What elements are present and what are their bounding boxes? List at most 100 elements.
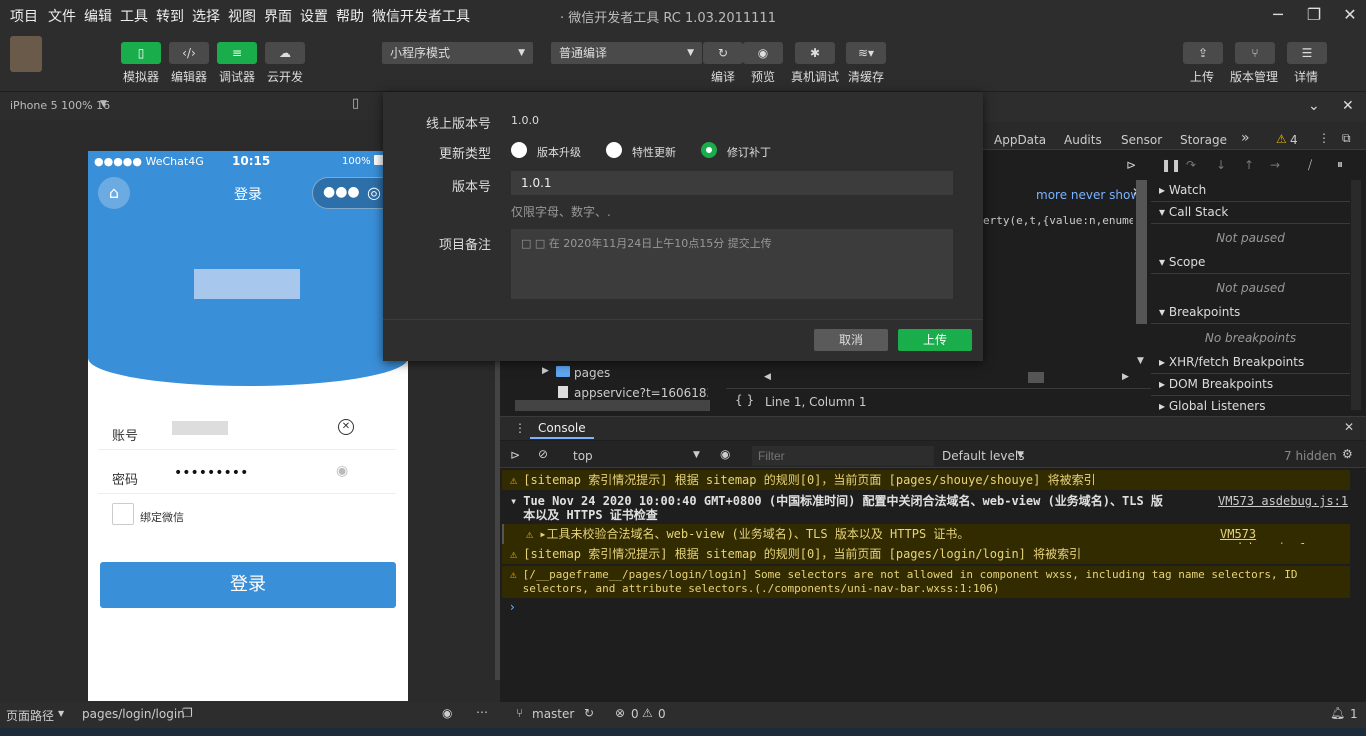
- tree-folder-pages[interactable]: pages: [574, 366, 610, 380]
- tab-storage[interactable]: Storage: [1180, 133, 1227, 147]
- upload-button[interactable]: ⇪: [1183, 42, 1223, 64]
- minimize-icon[interactable]: ─: [1266, 4, 1290, 26]
- step-out-icon[interactable]: ↑: [1244, 158, 1254, 172]
- radio-feature-update[interactable]: [606, 142, 622, 158]
- menu-help[interactable]: 帮助: [336, 6, 364, 26]
- avatar[interactable]: [10, 36, 42, 72]
- cancel-button[interactable]: 取消: [814, 329, 888, 351]
- copy-icon[interactable]: ❐: [182, 706, 193, 720]
- toggle-panel-icon[interactable]: ⊳: [1126, 158, 1136, 172]
- xhr-breakpoints-section[interactable]: ▸ XHR/fetch Breakpoints: [1151, 352, 1350, 374]
- more-tabs-icon[interactable]: »: [1241, 130, 1250, 146]
- phone-icon[interactable]: ▯: [352, 96, 359, 111]
- more-never-show-link[interactable]: more never show: [1036, 188, 1140, 202]
- levels-select[interactable]: Default levels: [942, 449, 1024, 463]
- mode-select[interactable]: 小程序模式 ▼: [382, 42, 533, 64]
- close-icon[interactable]: ✕: [1338, 4, 1362, 26]
- gear-icon[interactable]: ⚙: [1342, 447, 1353, 461]
- radio-patch[interactable]: [701, 142, 717, 158]
- scroll-left-icon[interactable]: ◀: [764, 372, 771, 382]
- console-prompt[interactable]: ›: [510, 600, 515, 614]
- git-branch[interactable]: master: [532, 707, 574, 721]
- simulator-button[interactable]: ▯: [121, 42, 161, 64]
- version-input[interactable]: 1.0.1: [511, 171, 953, 195]
- debugger-button[interactable]: ≡: [217, 42, 257, 64]
- scroll-right-icon[interactable]: ▶: [1122, 372, 1129, 382]
- warning-count[interactable]: 4: [1290, 133, 1298, 147]
- drawer-menu-icon[interactable]: ⋮: [514, 421, 526, 435]
- more-icon[interactable]: ●●●: [323, 184, 360, 200]
- close-circle-icon[interactable]: ◎: [367, 183, 381, 202]
- editor-button[interactable]: ‹/›: [169, 42, 209, 64]
- bind-checkbox[interactable]: [112, 503, 134, 525]
- scope-section[interactable]: ▾ Scope: [1151, 252, 1350, 274]
- close-icon[interactable]: ✕: [1344, 420, 1354, 434]
- menu-file[interactable]: 文件: [48, 6, 76, 26]
- pretty-print-icon[interactable]: { }: [735, 393, 754, 407]
- dock-icon[interactable]: ⧉: [1342, 131, 1351, 146]
- radio-version-upgrade[interactable]: [511, 142, 527, 158]
- menu-wechat-devtools[interactable]: 微信开发者工具: [372, 6, 470, 26]
- global-listeners-section[interactable]: ▸ Global Listeners: [1151, 396, 1350, 418]
- compile-select[interactable]: 普通编译 ▼: [551, 42, 702, 64]
- clear-icon[interactable]: ✕: [338, 419, 354, 435]
- menu-select[interactable]: 选择: [192, 6, 220, 26]
- console-filter-input[interactable]: [752, 446, 934, 466]
- close-icon[interactable]: ✕: [1342, 98, 1354, 114]
- step-icon[interactable]: →: [1270, 158, 1280, 172]
- menu-project[interactable]: 项目: [10, 6, 38, 26]
- warning-count[interactable]: 0: [658, 707, 666, 721]
- breakpoints-section[interactable]: ▾ Breakpoints: [1151, 302, 1350, 324]
- eye-icon[interactable]: ◉: [442, 706, 452, 720]
- compile-button[interactable]: ↻: [703, 42, 743, 64]
- remote-debug-button[interactable]: ✱: [795, 42, 835, 64]
- step-into-icon[interactable]: ↓: [1216, 158, 1226, 172]
- chevron-down-icon[interactable]: ⌄: [1308, 98, 1320, 114]
- clear-console-icon[interactable]: ⊘: [538, 447, 548, 461]
- expand-icon[interactable]: ▶: [542, 366, 549, 376]
- pause-exceptions-icon[interactable]: ⏸: [1337, 157, 1343, 172]
- preview-button[interactable]: ◉: [743, 42, 783, 64]
- maximize-icon[interactable]: ❐: [1302, 4, 1326, 26]
- bell-icon[interactable]: 🔔︎: [1330, 706, 1345, 720]
- error-count[interactable]: 0: [631, 707, 639, 721]
- sync-icon[interactable]: ↻: [584, 706, 594, 720]
- home-icon[interactable]: ⌂: [98, 177, 130, 209]
- scrollbar[interactable]: [1351, 180, 1361, 410]
- menu-goto[interactable]: 转到: [156, 6, 184, 26]
- source-link[interactable]: VM573 asdebug.js:1: [1218, 494, 1348, 508]
- tree-file-appservice[interactable]: appservice?t=160618322:: [574, 386, 708, 400]
- note-textarea[interactable]: □ □ 在 2020年11月24日上午10点15分 提交上传: [511, 229, 953, 299]
- more-icon[interactable]: ⋯: [476, 705, 488, 719]
- console-group[interactable]: ▾ Tue Nov 24 2020 10:00:40 GMT+0800 (中国标准…: [502, 492, 1350, 524]
- deactivate-breakpoints-icon[interactable]: ⧸: [1308, 158, 1312, 173]
- menu-view[interactable]: 视图: [228, 6, 256, 26]
- details-button[interactable]: ☰: [1287, 42, 1327, 64]
- tab-sensor[interactable]: Sensor: [1121, 133, 1162, 147]
- kebab-icon[interactable]: ⋮: [1318, 131, 1330, 145]
- step-over-icon[interactable]: ↷: [1186, 158, 1196, 172]
- upload-confirm-button[interactable]: 上传: [898, 329, 972, 351]
- account-input[interactable]: [172, 421, 228, 435]
- menu-edit[interactable]: 编辑: [84, 6, 112, 26]
- scrollbar[interactable]: [515, 400, 710, 411]
- scrollbar[interactable]: [1028, 372, 1044, 383]
- device-select[interactable]: iPhone 5 100% 16: [10, 99, 110, 112]
- clear-cache-button[interactable]: ≋▾: [846, 42, 886, 64]
- context-select[interactable]: top: [573, 449, 593, 463]
- version-mgmt-button[interactable]: ⑂: [1235, 42, 1275, 64]
- tab-console[interactable]: Console: [530, 421, 594, 439]
- login-button[interactable]: 登录: [100, 562, 396, 608]
- call-stack-section[interactable]: ▾ Call Stack: [1151, 202, 1350, 224]
- watch-section[interactable]: ▸ Watch: [1151, 180, 1350, 202]
- password-input[interactable]: •••••••••: [174, 465, 248, 481]
- eye-icon[interactable]: ◉: [720, 447, 730, 461]
- scroll-down-icon[interactable]: ▼: [1137, 356, 1144, 366]
- menu-settings[interactable]: 设置: [300, 6, 328, 26]
- tab-appdata[interactable]: AppData: [994, 133, 1046, 147]
- pause-icon[interactable]: ❚❚: [1161, 158, 1181, 172]
- menu-tools[interactable]: 工具: [120, 6, 148, 26]
- cloud-button[interactable]: ☁: [265, 42, 305, 64]
- eye-icon[interactable]: ◉: [336, 463, 348, 479]
- menu-interface[interactable]: 界面: [264, 6, 292, 26]
